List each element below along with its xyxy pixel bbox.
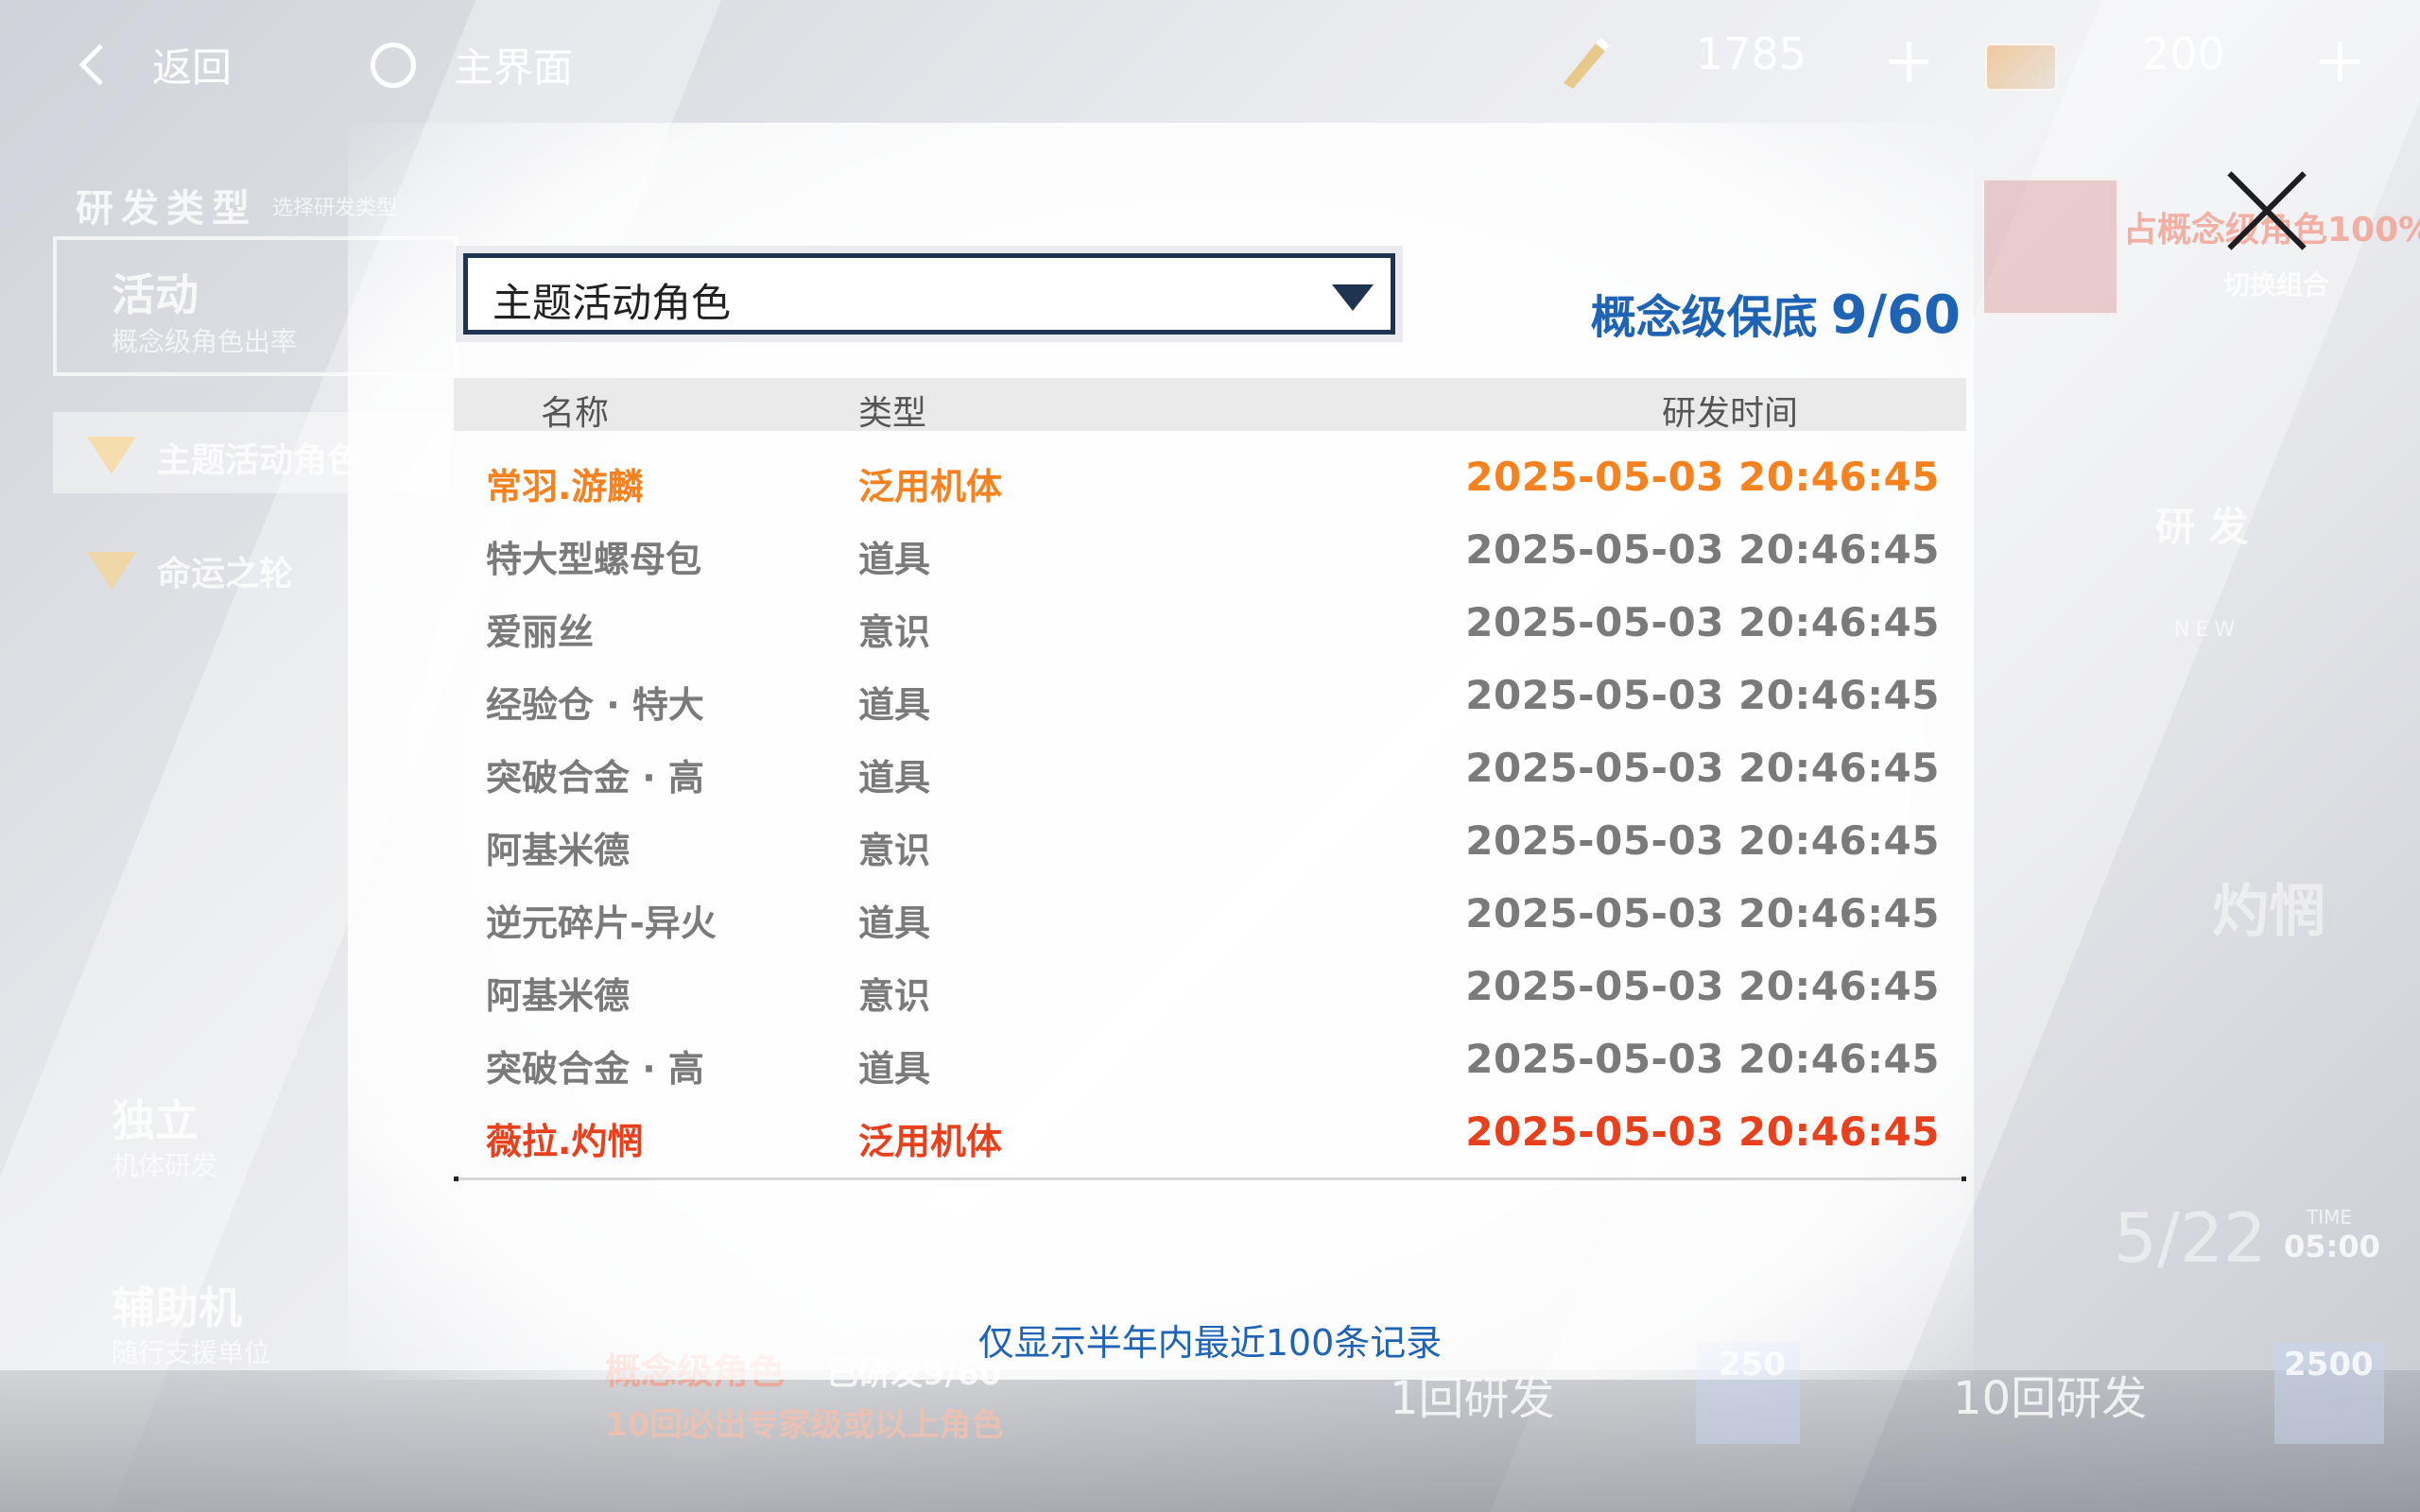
bg-activity-sub: 概念级角色出率 <box>112 326 298 357</box>
bg-develop-title: 研 发 <box>2155 504 2249 550</box>
row-name: 经验仓 · 特大 <box>486 684 704 726</box>
pool-select-value: 主题活动角色 <box>493 280 732 326</box>
row-time: 2025-05-03 20:46:45 <box>1465 526 1940 573</box>
row-name: 爱丽丝 <box>486 611 595 653</box>
row-name: 突破合金 · 高 <box>486 1048 704 1090</box>
record-footnote: 仅显示半年内最近100条记录 <box>977 1322 1443 1364</box>
caret-down-icon <box>1332 284 1374 311</box>
bg-time-value: 05:00 <box>2284 1228 2380 1264</box>
pity-counter: 概念级保底 9/60 <box>1591 280 1961 346</box>
table-row: 阿基米德 意识 2025-05-03 20:46:45 <box>454 954 1966 1026</box>
table-row: 常羽.游麟 泛用机体 2025-05-03 20:46:45 <box>454 444 1966 517</box>
bg-menu-destiny-label: 命运之轮 <box>157 555 294 593</box>
bg-date: 5/22 <box>2114 1198 2267 1278</box>
row-name: 阿基米德 <box>486 975 631 1017</box>
currency1: 1785 <box>1696 28 1806 79</box>
bg-time-label: TIME <box>2307 1206 2353 1228</box>
row-name: 突破合金 · 高 <box>486 757 704 799</box>
bg-menu-theme-icon <box>87 437 136 474</box>
row-time: 2025-05-03 20:46:45 <box>1465 599 1940 645</box>
row-type: 意识 <box>858 975 931 1017</box>
pen-currency-icon <box>1564 38 1609 89</box>
row-time: 2025-05-03 20:46:45 <box>1465 1108 1940 1155</box>
row-time: 2025-05-03 20:46:45 <box>1465 454 1940 500</box>
bg-new-label: NEW <box>2174 618 2241 642</box>
currency2: 200 <box>2142 28 2225 79</box>
row-name: 薇拉.灼惘 <box>486 1121 644 1162</box>
column-header-type: 类型 <box>858 394 927 433</box>
row-type: 道具 <box>858 902 931 944</box>
row-time: 2025-05-03 20:46:45 <box>1465 890 1940 936</box>
table-row: 爱丽丝 意识 2025-05-03 20:46:45 <box>454 590 1966 662</box>
column-header-name: 名称 <box>541 394 610 433</box>
bg-switch-combo: 切换组合 <box>2223 269 2330 301</box>
table-bottom-line <box>454 1177 1966 1181</box>
row-type: 道具 <box>858 684 931 726</box>
table-row: 经验仓 · 特大 道具 2025-05-03 20:46:45 <box>454 662 1966 735</box>
bg-solo-title: 独立 <box>112 1095 199 1146</box>
row-type: 泛用机体 <box>858 466 1003 507</box>
row-type: 意识 <box>858 830 931 871</box>
back-button[interactable]: 返回 <box>76 36 232 94</box>
bg-guarantee: 10回必出专家级或以上角色 <box>605 1406 1004 1444</box>
record-table-header: 名称 类型 研发时间 <box>454 378 1966 433</box>
pity-label: 概念级保底 <box>1590 291 1818 344</box>
bg-solo-sub: 机体研发 <box>112 1150 218 1181</box>
row-time: 2025-05-03 20:46:45 <box>1465 963 1940 1009</box>
back-label: 返回 <box>152 44 233 91</box>
column-header-time: 研发时间 <box>1662 394 1799 433</box>
bg-pull10-label: 10回研发 <box>1953 1372 2148 1425</box>
chevron-left-icon <box>78 43 121 86</box>
pity-value: 9/60 <box>1830 284 1961 346</box>
bg-activity-title: 活动 <box>112 269 199 320</box>
row-name: 常羽.游麟 <box>486 466 644 507</box>
row-time: 2025-05-03 20:46:45 <box>1465 1036 1940 1082</box>
table-row: 突破合金 · 高 道具 2025-05-03 20:46:45 <box>454 1026 1966 1099</box>
pool-select-dropdown[interactable]: 主题活动角色 <box>463 253 1395 335</box>
row-time: 2025-05-03 20:46:45 <box>1465 817 1940 864</box>
row-type: 道具 <box>858 539 931 580</box>
row-type: 道具 <box>858 1048 931 1090</box>
ticket-currency-icon <box>1985 43 2057 91</box>
currency2-value: 200 <box>2142 28 2225 79</box>
row-type: 道具 <box>858 757 931 799</box>
currency1-add-button[interactable] <box>1889 42 1928 81</box>
home-label: 主界面 <box>454 44 574 91</box>
row-time: 2025-05-03 20:46:45 <box>1465 745 1940 791</box>
home-button[interactable]: 主界面 <box>371 36 573 94</box>
close-icon[interactable] <box>2221 166 2312 257</box>
row-name: 逆元碎片-异火 <box>486 902 717 944</box>
bg-menu-theme-label: 主题活动角色 <box>157 441 362 480</box>
bg-section-title: 研发类型 <box>76 187 257 231</box>
top-bar: 返回 主界面 1785 200 <box>0 0 2420 132</box>
home-circle-icon <box>371 42 416 88</box>
row-type: 泛用机体 <box>858 1121 1003 1162</box>
bg-menu-destiny-icon <box>87 552 136 590</box>
row-type: 意识 <box>858 611 931 653</box>
row-name: 特大型螺母包 <box>486 539 702 580</box>
table-row: 阿基米德 意识 2025-05-03 20:46:45 <box>454 808 1966 881</box>
currency2-add-button[interactable] <box>2320 42 2360 81</box>
row-name: 阿基米德 <box>486 830 631 871</box>
currency1-value: 1785 <box>1696 28 1807 79</box>
row-time: 2025-05-03 20:46:45 <box>1465 672 1940 718</box>
bg-character-portrait <box>1981 178 2119 316</box>
table-row: 突破合金 · 高 道具 2025-05-03 20:46:45 <box>454 735 1966 808</box>
table-row: 薇拉.灼惘 泛用机体 2025-05-03 20:46:45 <box>454 1099 1966 1172</box>
table-row: 逆元碎片-异火 道具 2025-05-03 20:46:45 <box>454 881 1966 954</box>
bg-char-name: 灼惘 <box>2212 879 2325 945</box>
table-row: 特大型螺母包 道具 2025-05-03 20:46:45 <box>454 517 1966 590</box>
